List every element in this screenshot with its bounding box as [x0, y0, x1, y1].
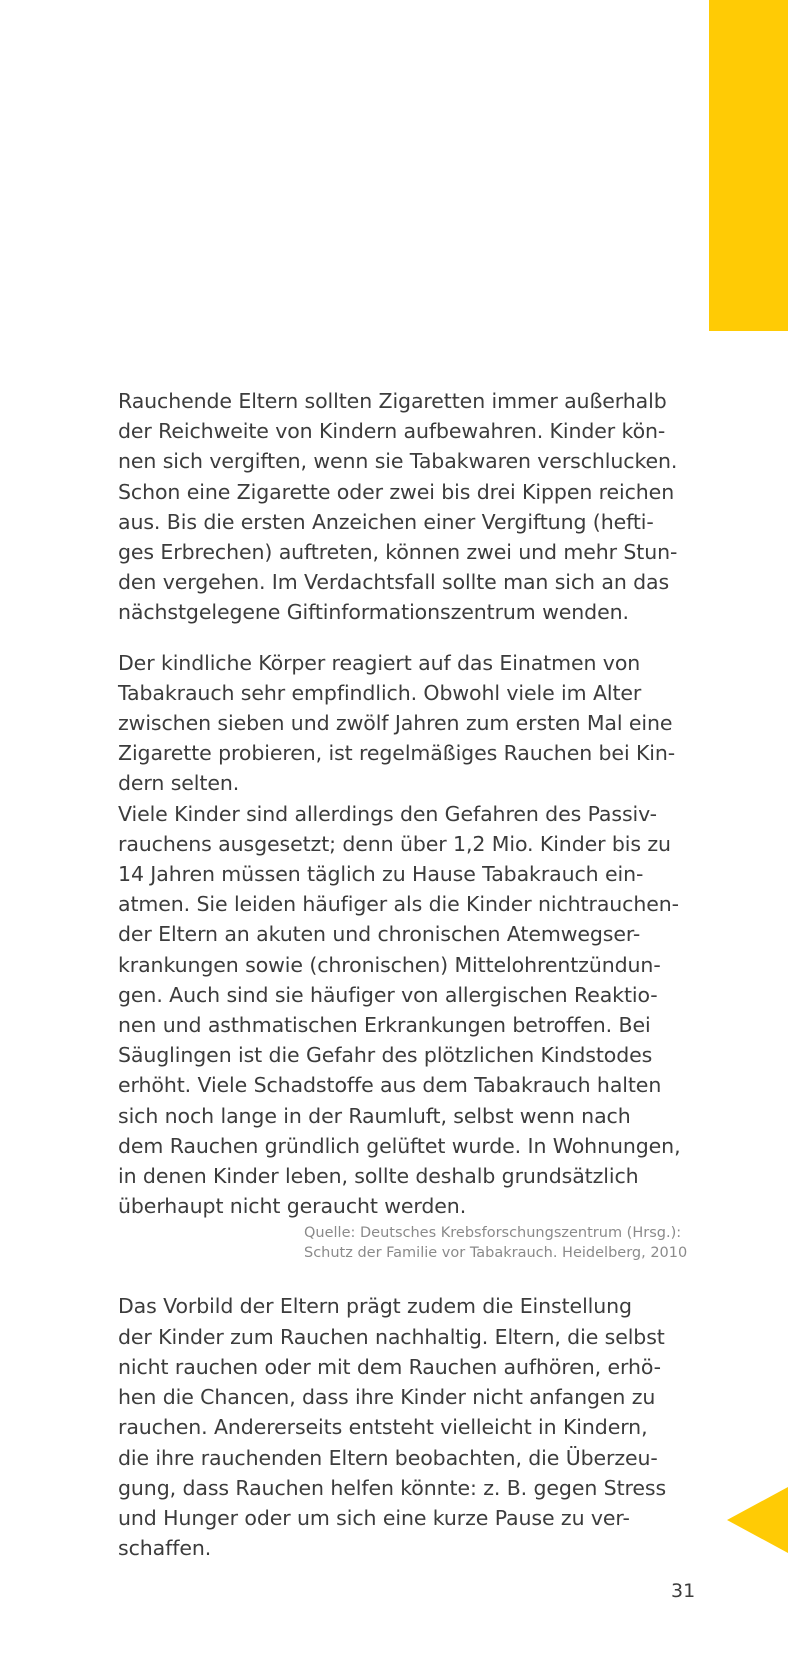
text-line: nächstgelegene Giftinformationszentrum w… [118, 600, 629, 625]
text-line: hen die Chancen, dass ihre Kinder nicht … [118, 1385, 656, 1410]
page-body: Rauchende Eltern sollten Zigaretten imme… [118, 386, 703, 1563]
triangle-left-icon[interactable] [727, 1487, 788, 1553]
text-line: nicht rauchen oder mit dem Rauchen aufhö… [118, 1354, 661, 1379]
text-line: dem Rauchen gründlich gelüftet wurde. In… [118, 1133, 681, 1158]
text-line: 14 Jahren müssen täglich zu Hause Tabakr… [118, 862, 644, 887]
text-line: Viele Kinder sind allerdings den Gefahre… [118, 801, 657, 826]
paragraph-3: Das Vorbild der Eltern prägt zudem die E… [118, 1291, 703, 1563]
text-line: in denen Kinder leben, sollte deshalb gr… [118, 1164, 639, 1189]
text-line: und Hunger oder um sich eine kurze Pause… [118, 1505, 630, 1530]
text-line: überhaupt nicht geraucht werden. [118, 1194, 467, 1219]
source-citation: Quelle: Deutsches Krebsforschungszentrum… [304, 1223, 703, 1263]
text-line: atmen. Sie leiden häufiger als die Kinde… [118, 892, 679, 917]
citation-line: Quelle: Deutsches Krebsforschungszentrum… [304, 1225, 682, 1242]
text-line: Schon eine Zigarette oder zwei bis drei … [118, 479, 675, 504]
text-line: erhöht. Viele Schadstoffe aus dem Tabakr… [118, 1073, 662, 1098]
text-line: der Eltern an akuten und chronischen Ate… [118, 922, 641, 947]
accent-bar [709, 0, 788, 331]
text-line: Säuglingen ist die Gefahr des plötzliche… [118, 1043, 653, 1068]
text-line: die ihre rauchenden Eltern beobachten, d… [118, 1445, 658, 1470]
text-line: Der kindliche Körper reagiert auf das Ei… [118, 650, 641, 675]
text-line: ges Erbrechen) auftreten, können zwei un… [118, 540, 678, 565]
text-line: krankungen sowie (chronischen) Mittelohr… [118, 952, 661, 977]
text-line: gen. Auch sind sie häufiger von allergis… [118, 982, 658, 1007]
text-line: sich noch lange in der Raumluft, selbst … [118, 1103, 631, 1128]
paragraph-1: Rauchende Eltern sollten Zigaretten imme… [118, 386, 703, 628]
text-line: zwischen sieben und zwölf Jahren zum ers… [118, 711, 673, 736]
text-line: nen sich vergiften, wenn sie Tabakwaren … [118, 449, 678, 474]
text-line: den vergehen. Im Verdachtsfall sollte ma… [118, 570, 670, 595]
text-line: Tabakrauch sehr empfindlich. Obwohl viel… [118, 680, 642, 705]
citation-line: Schutz der Familie vor Tabakrauch. Heide… [304, 1245, 688, 1262]
text-line: rauchens ausgesetzt; denn über 1,2 Mio. … [118, 831, 671, 856]
text-line: Rauchende Eltern sollten Zigaretten imme… [118, 389, 667, 413]
text-line: schaffen. [118, 1536, 212, 1561]
text-line: rauchen. Andererseits entsteht vielleich… [118, 1415, 648, 1440]
text-line: dern selten. [118, 771, 240, 796]
text-line: aus. Bis die ersten Anzeichen einer Verg… [118, 509, 654, 534]
text-line: der Reichweite von Kindern aufbewahren. … [118, 419, 666, 444]
page-number: 31 [671, 1580, 696, 1602]
text-line: Zigarette probieren, ist regelmäßiges Ra… [118, 741, 676, 766]
text-line: Das Vorbild der Eltern prägt zudem die E… [118, 1294, 632, 1319]
paragraph-2: Der kindliche Körper reagiert auf das Ei… [118, 648, 703, 1222]
text-line: nen und asthmatischen Erkrankungen betro… [118, 1013, 651, 1038]
text-line: gung, dass Rauchen helfen könnte: z. B. … [118, 1475, 667, 1500]
text-line: der Kinder zum Rauchen nachhaltig. Elter… [118, 1324, 665, 1349]
